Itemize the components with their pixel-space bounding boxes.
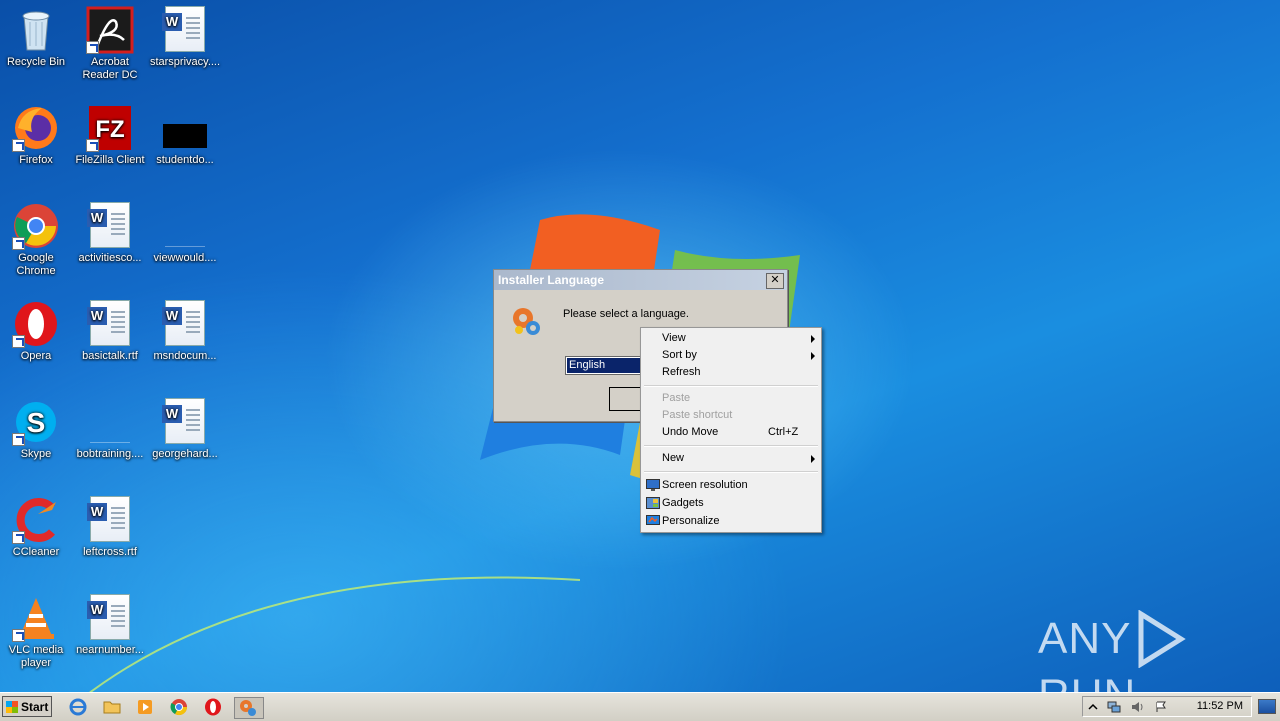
menu-item-view[interactable]: View <box>641 330 821 347</box>
installer-gear-icon <box>240 700 256 716</box>
word-document-icon: W <box>86 594 134 642</box>
skype-icon: S <box>12 398 60 446</box>
windows-flag-icon <box>6 701 18 713</box>
desktop[interactable]: Recycle Bin Firefox Google Chrome Opera … <box>0 0 1280 719</box>
taskbar: Start 11:52 PM <box>0 692 1280 721</box>
menu-item-screen-resolution[interactable]: Screen resolution <box>641 477 821 494</box>
menu-item-refresh[interactable]: Refresh <box>641 364 821 381</box>
show-desktop-button[interactable] <box>1258 699 1276 714</box>
shortcut-arrow-icon <box>12 629 25 642</box>
desktop-context-menu: View Sort by Refresh Paste Paste shortcu… <box>640 327 822 533</box>
submenu-arrow-icon <box>811 352 815 360</box>
desktop-icon-bobtraining[interactable]: bobtraining.... <box>73 398 147 461</box>
desktop-icon-filezilla[interactable]: FZ FileZilla Client <box>73 104 147 167</box>
wallpaper-swirl <box>80 576 580 700</box>
menu-item-paste-shortcut: Paste shortcut <box>662 409 733 421</box>
desktop-icon-firefox[interactable]: Firefox <box>0 104 73 167</box>
volume-icon[interactable] <box>1131 701 1143 713</box>
desktop-icon-activitiesco[interactable]: W activitiesco... <box>73 202 147 265</box>
shortcut-arrow-icon <box>12 335 25 348</box>
chrome-icon <box>170 699 188 716</box>
clock[interactable]: 11:52 PM <box>1197 700 1243 712</box>
submenu-arrow-icon <box>811 335 815 343</box>
desktop-icon-msndocum[interactable]: W msndocum... <box>148 300 222 363</box>
word-document-icon: W <box>161 398 209 446</box>
desktop-icon-ccleaner[interactable]: CCleaner <box>0 496 73 559</box>
desktop-icon-acrobat-reader[interactable]: Acrobat Reader DC <box>73 6 147 82</box>
submenu-arrow-icon <box>811 455 815 463</box>
blank-file-icon <box>161 202 209 250</box>
word-document-icon: W <box>161 300 209 348</box>
blank-file-icon <box>86 398 134 446</box>
menu-item-personalize[interactable]: Personalize <box>641 513 821 530</box>
desktop-icon-opera[interactable]: Opera <box>0 300 73 363</box>
shortcut-arrow-icon <box>86 41 99 54</box>
svg-text:FZ: FZ <box>95 116 124 143</box>
desktop-icon-basictalk[interactable]: W basictalk.rtf <box>73 300 147 363</box>
desktop-icon-studentdo[interactable]: studentdo... <box>148 104 222 167</box>
word-document-icon: W <box>86 202 134 250</box>
desktop-icon-viewwould[interactable]: viewwould.... <box>148 202 222 265</box>
personalize-icon <box>646 515 660 525</box>
chrome-icon <box>12 202 60 250</box>
desktop-icon-leftcross[interactable]: W leftcross.rtf <box>73 496 147 559</box>
screen-resolution-icon <box>646 479 660 491</box>
shortcut-arrow-icon <box>12 139 25 152</box>
system-tray: 11:52 PM <box>1082 696 1252 717</box>
svg-text:S: S <box>27 407 46 438</box>
start-button[interactable]: Start <box>2 696 52 717</box>
taskbar-installer[interactable] <box>234 697 264 719</box>
word-document-icon: W <box>86 496 134 544</box>
taskbar-chrome[interactable] <box>169 697 191 717</box>
internet-explorer-icon <box>69 698 87 716</box>
ccleaner-icon <box>12 496 60 544</box>
recycle-bin-icon <box>12 6 60 54</box>
menu-item-gadgets[interactable]: Gadgets <box>641 495 821 512</box>
undo-move-shortcut: Ctrl+Z <box>768 426 799 438</box>
shortcut-arrow-icon <box>12 237 25 250</box>
filezilla-icon: FZ <box>86 104 134 152</box>
desktop-icon-skype[interactable]: S Skype <box>0 398 73 461</box>
menu-separator <box>644 445 818 447</box>
desktop-icon-starsprivacy[interactable]: W starsprivacy.... <box>148 6 222 69</box>
dialog-title: Installer Language <box>494 270 787 290</box>
shortcut-arrow-icon <box>86 139 99 152</box>
network-icon[interactable] <box>1107 701 1121 713</box>
desktop-icon-georgehard[interactable]: W georgehard... <box>148 398 222 461</box>
menu-separator <box>644 471 818 473</box>
gadgets-icon <box>646 497 660 509</box>
shortcut-arrow-icon <box>12 531 25 544</box>
taskbar-opera[interactable] <box>203 697 225 717</box>
action-center-flag-icon[interactable] <box>1155 701 1167 713</box>
word-document-icon: W <box>86 300 134 348</box>
taskbar-media-player[interactable] <box>135 697 157 717</box>
word-document-icon: W <box>161 6 209 54</box>
installer-gear-icon <box>513 308 540 335</box>
play-logo-icon <box>1138 609 1187 669</box>
shortcut-arrow-icon <box>12 433 25 446</box>
menu-item-sort-by[interactable]: Sort by <box>641 347 821 364</box>
dialog-close-button[interactable]: ✕ <box>766 273 784 289</box>
folder-icon <box>103 701 121 714</box>
vlc-icon <box>12 594 60 642</box>
firefox-icon <box>12 104 60 152</box>
show-hidden-icons-icon[interactable] <box>1087 701 1099 713</box>
menu-separator <box>644 385 818 387</box>
media-player-icon <box>138 700 152 714</box>
menu-item-undo-move[interactable]: Undo Move Ctrl+Z <box>641 424 821 441</box>
opera-icon <box>12 300 60 348</box>
opera-icon <box>205 698 221 716</box>
menu-item-new[interactable]: New <box>641 450 821 467</box>
dialog-prompt: Please select a language. <box>563 308 689 320</box>
acrobat-icon <box>86 6 134 54</box>
desktop-icon-nearnumber[interactable]: W nearnumber... <box>73 594 147 657</box>
menu-item-paste: Paste <box>662 392 691 404</box>
desktop-icon-vlc[interactable]: VLC media player <box>0 594 73 670</box>
desktop-icon-recycle-bin[interactable]: Recycle Bin <box>0 6 73 69</box>
taskbar-file-explorer[interactable] <box>102 697 124 717</box>
taskbar-internet-explorer[interactable] <box>68 697 90 717</box>
desktop-icon-google-chrome[interactable]: Google Chrome <box>0 202 73 278</box>
black-thumbnail-icon <box>161 104 209 152</box>
